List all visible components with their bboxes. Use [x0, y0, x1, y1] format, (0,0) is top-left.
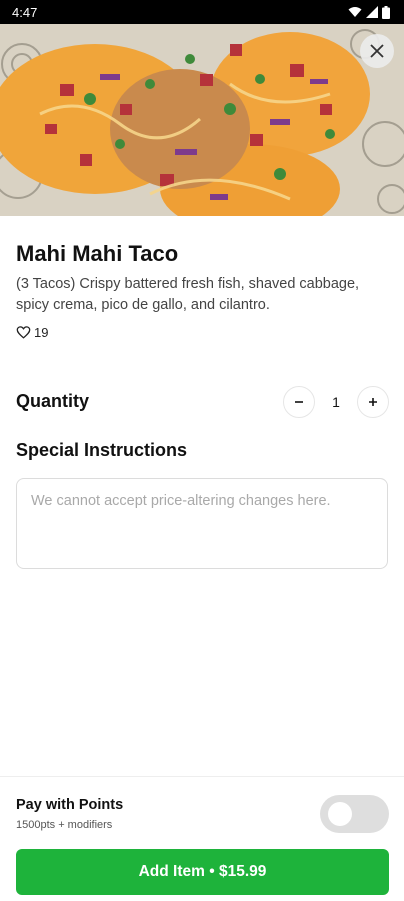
status-time: 4:47: [12, 4, 38, 20]
signal-icon: [366, 6, 378, 18]
likes-count: 19: [34, 325, 49, 340]
item-description: (3 Tacos) Crispy battered fresh fish, sh…: [16, 276, 360, 313]
special-instructions-input[interactable]: We cannot accept price-altering changes …: [16, 478, 388, 569]
close-button[interactable]: [360, 34, 394, 68]
close-icon: [370, 44, 384, 58]
quantity-label: Quantity: [16, 391, 90, 411]
add-item-button[interactable]: Add Item • $15.99: [16, 849, 389, 895]
quantity-value: 1: [332, 394, 340, 410]
item-title: Mahi Mahi Taco: [16, 241, 179, 266]
footer: Pay with Points 1500pts + modifiers Add …: [0, 776, 404, 901]
wifi-icon: [348, 7, 362, 17]
minus-icon: [295, 401, 303, 403]
quantity-stepper: 1: [283, 386, 389, 418]
pay-with-points-toggle[interactable]: [320, 795, 389, 833]
likes-button[interactable]: 19: [16, 325, 48, 340]
toggle-knob: [328, 802, 352, 826]
pay-with-points-subtitle: 1500pts + modifiers: [16, 819, 113, 831]
heart-icon: [16, 326, 31, 339]
status-icons: [348, 5, 390, 19]
special-instructions-label: Special Instructions: [16, 440, 188, 460]
plus-icon: [369, 398, 377, 406]
special-instructions-placeholder: We cannot accept price-altering changes …: [31, 493, 331, 509]
status-bar: 4:47: [0, 0, 404, 24]
decrease-quantity-button[interactable]: [283, 386, 315, 418]
pay-with-points-label: Pay with Points: [16, 797, 124, 813]
increase-quantity-button[interactable]: [357, 386, 389, 418]
item-photo: [0, 24, 404, 216]
battery-icon: [382, 5, 390, 19]
